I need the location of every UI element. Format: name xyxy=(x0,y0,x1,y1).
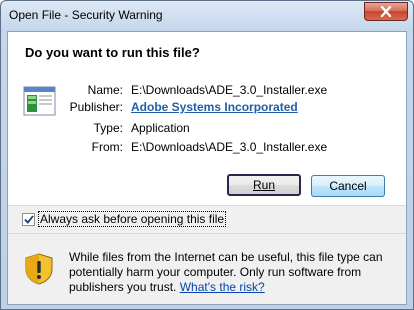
from-value: E:\Downloads\ADE_3.0_Installer.exe xyxy=(131,140,328,154)
warning-shield-icon xyxy=(25,253,53,285)
close-icon xyxy=(380,6,392,17)
file-info-panel: Do you want to run this file? Name: E:\D… xyxy=(8,32,406,205)
security-warning-window: Open File - Security Warning Do you want… xyxy=(0,0,414,310)
cancel-button-label: Cancel xyxy=(329,179,367,193)
executable-file-icon xyxy=(23,86,56,116)
type-value: Application xyxy=(131,121,190,135)
checkmark-icon xyxy=(23,214,34,224)
divider xyxy=(8,233,406,234)
always-ask-checkbox-row[interactable]: Always ask before opening this file xyxy=(22,211,227,227)
run-button-label: Run xyxy=(252,178,275,192)
close-button[interactable] xyxy=(364,2,408,21)
warning-message: While files from the Internet can be use… xyxy=(69,250,399,295)
publisher-label: Publisher: xyxy=(69,100,123,114)
dialog-question: Do you want to run this file? xyxy=(25,45,200,60)
dialog-body: Do you want to run this file? Name: E:\D… xyxy=(7,31,407,305)
name-label: Name: xyxy=(87,83,123,97)
cancel-button[interactable]: Cancel xyxy=(311,175,385,197)
window-title: Open File - Security Warning xyxy=(9,8,163,22)
always-ask-checkbox[interactable] xyxy=(22,212,35,226)
type-label: Type: xyxy=(93,121,123,135)
divider xyxy=(8,205,406,206)
whats-the-risk-link[interactable]: What's the risk? xyxy=(180,280,265,294)
run-button[interactable]: Run xyxy=(227,174,301,196)
always-ask-label[interactable]: Always ask before opening this file xyxy=(37,211,227,227)
title-bar[interactable]: Open File - Security Warning xyxy=(1,1,413,31)
publisher-link[interactable]: Adobe Systems Incorporated xyxy=(131,100,298,114)
name-value: E:\Downloads\ADE_3.0_Installer.exe xyxy=(131,83,328,97)
from-label: From: xyxy=(91,140,123,154)
